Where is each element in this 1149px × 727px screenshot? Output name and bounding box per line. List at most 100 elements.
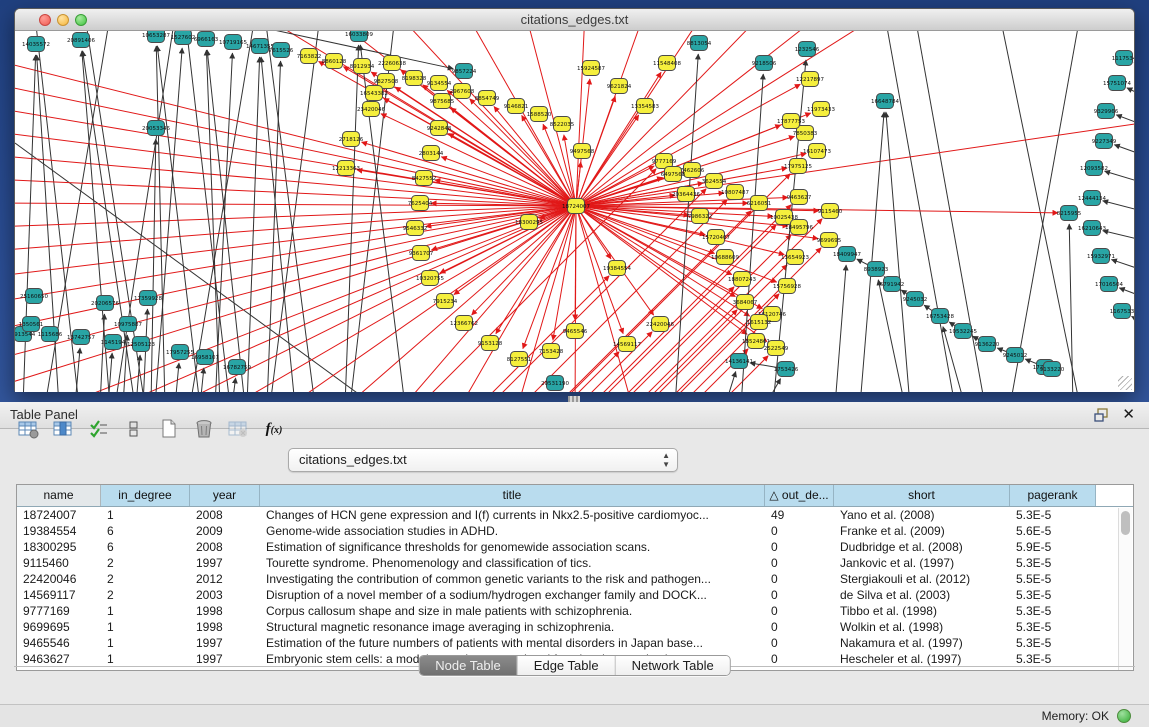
graph-node[interactable]: 7163822 xyxy=(297,49,322,64)
table-row[interactable]: 911546021997Tourette syndrome. Phenomeno… xyxy=(17,555,1133,571)
column-header-year[interactable]: year xyxy=(190,485,260,506)
graph-node[interactable]: 15720407 xyxy=(702,230,730,245)
column-header-pagerank[interactable]: pagerank xyxy=(1010,485,1096,506)
graph-node[interactable]: 9546332 xyxy=(403,221,428,236)
graph-node[interactable]: 10653287 xyxy=(142,31,170,43)
graph-node[interactable]: 20891406 xyxy=(67,33,95,48)
network-canvas[interactable]: 1872400771638228860128891293422260638982… xyxy=(15,31,1134,392)
graph-node[interactable]: 10807487 xyxy=(721,185,749,200)
graph-node[interactable]: 8427552 xyxy=(412,171,437,186)
graph-node[interactable]: 8215955 xyxy=(1057,206,1082,221)
graph-node[interactable]: 9134554 xyxy=(427,76,452,91)
graph-node[interactable]: 6216051 xyxy=(747,196,772,211)
graph-node[interactable]: 9857224 xyxy=(452,64,477,79)
graph-node[interactable]: 2718126 xyxy=(339,132,364,147)
graph-node[interactable]: 9875685 xyxy=(430,94,455,109)
graph-node[interactable]: 15932971 xyxy=(1087,249,1115,264)
table-row[interactable]: 1872400712008Changes of HCN gene express… xyxy=(17,507,1133,523)
graph-node[interactable]: 9136220 xyxy=(975,337,1000,352)
graph-node[interactable]: 12366762 xyxy=(450,316,478,331)
table-scrollbar-thumb[interactable] xyxy=(1121,511,1130,535)
column-header-short[interactable]: short xyxy=(834,485,1010,506)
function-builder-icon[interactable]: f(x) xyxy=(261,417,287,441)
graph-node[interactable]: 19384554 xyxy=(603,261,631,276)
graph-node[interactable]: 9699695 xyxy=(817,233,842,248)
graph-node[interactable]: 25160650 xyxy=(20,289,48,304)
graph-node[interactable]: 7153428 xyxy=(539,344,564,359)
citation-network-graph[interactable]: 1872400771638228860128891293422260638982… xyxy=(15,31,1134,392)
graph-node[interactable]: 2803144 xyxy=(419,146,444,161)
graph-node[interactable]: 8938923 xyxy=(864,262,889,277)
graph-node[interactable]: 9133220 xyxy=(1040,362,1065,377)
table-row[interactable]: 2242004622012Investigating the contribut… xyxy=(17,571,1133,587)
graph-node[interactable]: 7915234 xyxy=(433,294,458,309)
tab-network-table[interactable]: Network Table xyxy=(616,656,730,675)
graph-node[interactable]: 16107473 xyxy=(803,144,831,159)
table-settings-icon[interactable] xyxy=(16,417,42,441)
show-columns-icon[interactable] xyxy=(51,417,77,441)
table-row[interactable]: 1830029562008Estimation of significance … xyxy=(17,539,1133,555)
graph-node[interactable]: 12213363 xyxy=(332,161,360,176)
graph-node[interactable]: 6791942 xyxy=(880,277,905,292)
graph-node[interactable]: 7986322 xyxy=(688,209,713,224)
column-header-out_degree[interactable]: △ out_de... xyxy=(765,485,834,506)
graph-node[interactable]: 22420046 xyxy=(646,317,674,332)
delete-table-icon-disabled[interactable] xyxy=(226,417,252,441)
graph-node[interactable]: 9329966 xyxy=(1094,104,1119,119)
table-selector-dropdown[interactable]: citations_edges.txt ▲▼ xyxy=(288,448,678,472)
column-header-name[interactable]: name xyxy=(17,485,101,506)
graph-node[interactable]: 9465546 xyxy=(563,324,588,339)
graph-node[interactable]: 15924587 xyxy=(577,61,605,76)
column-header-in_degree[interactable]: in_degree xyxy=(101,485,190,506)
graph-node[interactable]: 7625404 xyxy=(408,196,433,211)
graph-node[interactable]: 9621824 xyxy=(607,79,632,94)
graph-node[interactable]: 1117534 xyxy=(1112,51,1134,66)
graph-node[interactable]: 17975125 xyxy=(784,159,812,174)
graph-node[interactable]: 9227349 xyxy=(1092,134,1117,149)
graph-node[interactable]: 10719165 xyxy=(219,35,247,50)
delete-trash-icon[interactable] xyxy=(191,417,217,441)
graph-node[interactable]: 8127551 xyxy=(507,352,532,367)
row-height-icon[interactable] xyxy=(121,417,147,441)
graph-node[interactable]: 9463627 xyxy=(787,190,812,205)
graph-node[interactable]: 10975887 xyxy=(114,317,142,332)
graph-node[interactable]: 20531190 xyxy=(541,376,569,391)
close-panel-icon[interactable]: ✕ xyxy=(1122,407,1135,423)
table-row[interactable]: 1938455462009Genome-wide association stu… xyxy=(17,523,1133,539)
graph-node[interactable]: 1167533 xyxy=(1110,304,1134,319)
graph-node[interactable]: 1350561 xyxy=(19,317,44,332)
graph-node[interactable]: 11548408 xyxy=(653,56,681,71)
graph-node[interactable]: 8860128 xyxy=(322,54,347,69)
graph-node[interactable]: 16033809 xyxy=(345,31,373,42)
graph-node[interactable]: 9245032 xyxy=(903,292,928,307)
graph-node[interactable]: 17359928 xyxy=(134,291,162,306)
graph-node[interactable]: 8198328 xyxy=(402,71,427,86)
graph-node[interactable]: 14569117 xyxy=(613,337,641,352)
select-columns-icon[interactable] xyxy=(86,417,112,441)
graph-node[interactable]: 8522035 xyxy=(550,117,575,132)
graph-node[interactable]: 1527602 xyxy=(171,31,196,45)
graph-node[interactable]: 13354583 xyxy=(631,99,659,114)
graph-node[interactable]: 13742757 xyxy=(67,330,95,345)
graph-node[interactable]: 14136141 xyxy=(725,354,753,369)
graph-node[interactable]: 9245012 xyxy=(1003,348,1028,363)
resize-grip-icon[interactable] xyxy=(1118,376,1132,390)
graph-node[interactable]: 3684067 xyxy=(733,295,758,310)
graph-node[interactable]: 1145194 xyxy=(101,335,126,350)
graph-node[interactable]: 9218506 xyxy=(752,56,777,71)
table-row[interactable]: 977716911998Corpus callosum shape and si… xyxy=(17,603,1133,619)
tab-node-table[interactable]: Node Table xyxy=(419,656,518,675)
table-row[interactable]: 1456911722003Disruption of a novel membe… xyxy=(17,587,1133,603)
graph-node[interactable]: 9115460 xyxy=(818,204,843,219)
graph-node[interactable]: 6966163 xyxy=(194,32,219,47)
graph-node[interactable]: 17016504 xyxy=(1095,277,1123,292)
table-row[interactable]: 946554611997Estimation of the future num… xyxy=(17,635,1133,651)
new-table-icon[interactable] xyxy=(156,417,182,441)
graph-node[interactable]: 11973433 xyxy=(807,102,835,117)
graph-node[interactable]: 10688609 xyxy=(711,250,739,265)
graph-node[interactable]: 8854749 xyxy=(475,91,500,106)
graph-node[interactable]: 8813054 xyxy=(687,36,712,51)
graph-node[interactable]: 2522549 xyxy=(764,341,789,356)
graph-node[interactable]: 8912934 xyxy=(350,59,375,74)
graph-node[interactable]: 16210643 xyxy=(1078,221,1106,236)
